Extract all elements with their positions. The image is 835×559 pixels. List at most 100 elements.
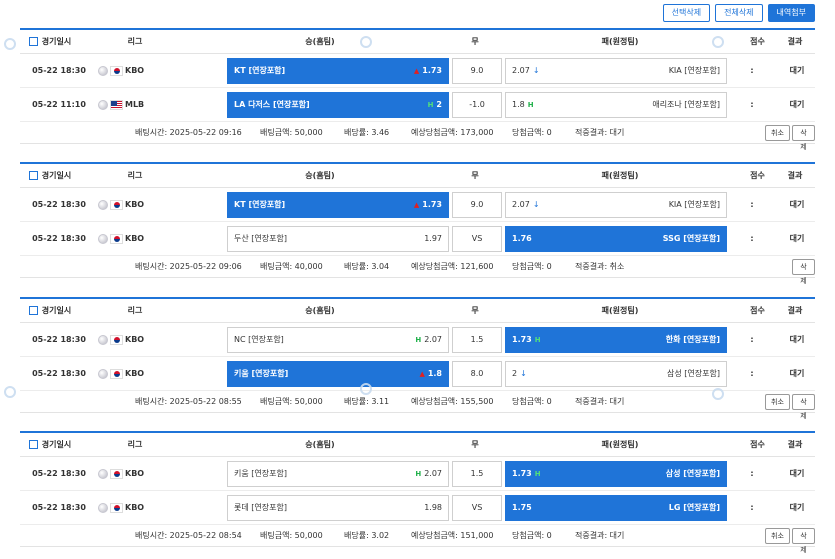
home-odds-value: 1.8 [427,369,442,378]
select-checkbox[interactable] [28,171,38,180]
home-bet-option[interactable]: 키움 [연장포함] ▲ 1.8 [227,360,449,387]
baseball-icon [98,199,108,210]
odds-change-icon: ↓ [520,369,527,378]
select-delete-button[interactable]: 선택삭제 [662,4,711,22]
bet-slip: 경기일시 리그 승(홈팀) 무 패(원정팀) 점수 결과 05-22 18:30… [20,162,815,285]
draw-bet-option[interactable]: 8.0 [452,360,502,387]
away-bet-option[interactable]: 1.73 H 한화 [연장포함] [505,326,727,353]
odds-change-icon: ↓ [532,200,540,209]
header-draw: 무 [471,171,479,180]
bet-rate: 배당률: 3.04 [344,262,390,271]
away-bet-option[interactable]: 2 ↓ 삼성 [연장포함] [505,360,727,387]
bet-rate: 배당률: 3.46 [344,128,390,137]
match-league: KBO [98,65,198,76]
draw-bet-option[interactable]: 1.5 [452,460,502,487]
header-home: 승(홈팀) [305,440,335,449]
header-result: 결과 [787,37,803,46]
cancel-button[interactable]: 취소 [765,394,790,410]
header-date-label: 경기일시 [41,171,72,180]
home-odds: H 2.07 [415,469,442,478]
draw-bet-option[interactable]: 9.0 [452,191,502,218]
away-odds: 2 ↓ [512,369,527,378]
delete-button[interactable]: 삭제 [792,259,815,285]
home-odds-value: 1.73 [422,200,442,209]
header-date: 경기일시 [20,439,80,450]
slip-header: 경기일시 리그 승(홈팀) 무 패(원정팀) 점수 결과 [20,30,815,54]
expected-win: 예상당첨금액: 151,000 [411,531,494,540]
match-score: : [750,369,754,378]
home-odds: 1.97 [424,234,442,243]
home-bet-option[interactable]: 롯데 [연장포함] 1.98 [227,494,449,521]
select-checkbox[interactable] [28,440,38,449]
cancel-button[interactable]: 취소 [765,528,790,544]
bet-info-bar: 배팅시간: 2025-05-22 08:55 배팅금액: 50,000 배당률:… [20,391,815,420]
history-attach-button[interactable]: 내역첨부 [767,4,815,22]
delete-button[interactable]: 삭제 [792,528,815,554]
home-team-name: 두산 [연장포함] [234,234,287,243]
match-score: : [750,469,754,478]
match-league: KBO [98,468,198,479]
bet-amount: 배팅금액: 50,000 [260,531,323,540]
home-bet-option[interactable]: 키움 [연장포함] H 2.07 [227,460,449,487]
match-score: : [750,66,754,75]
home-team-name: 키움 [연장포함] [234,469,287,478]
home-odds: ▲ 1.8 [419,369,442,378]
select-checkbox[interactable] [28,306,38,315]
home-bet-option[interactable]: KT [연장포함] ▲ 1.73 [227,57,449,84]
home-team-name: NC [연장포함] [234,335,284,344]
odds-change-icon: ▲ [419,369,425,378]
header-score: 점수 [750,37,765,46]
away-bet-option[interactable]: 1.76 SSG [연장포함] [505,225,727,252]
away-odds: 1.8 H [512,100,534,109]
header-score: 점수 [750,440,765,449]
league-name: KBO [125,200,145,209]
home-bet-option[interactable]: 두산 [연장포함] 1.97 [227,225,449,252]
odds-change-icon: ▲ [413,200,420,209]
hit-result: 적중결과: 대기 [575,397,625,406]
header-result: 결과 [787,440,803,449]
home-bet-option[interactable]: NC [연장포함] H 2.07 [227,326,449,353]
draw-bet-option[interactable]: 1.5 [452,326,502,353]
match-row: 05-22 11:10 MLB LA 다저스 [연장포함] H2 -1.0 1.… [20,88,815,122]
win-amount: 당첨금액: 0 [512,128,552,137]
home-odds-value: 1.73 [422,66,442,75]
draw-bet-option[interactable]: 9.0 [452,57,502,84]
away-bet-option[interactable]: 1.73 H 삼성 [연장포함] [505,460,727,487]
baseball-icon [98,368,108,379]
expected-win: 예상당첨금액: 173,000 [411,128,494,137]
home-bet-option[interactable]: KT [연장포함] ▲ 1.73 [227,191,449,218]
bet-info-bar: 배팅시간: 2025-05-22 09:16 배팅금액: 50,000 배당률:… [20,122,815,151]
home-odds: ▲ 1.73 [414,66,442,75]
cancel-button[interactable]: 취소 [765,125,790,141]
delete-all-button[interactable]: 전체삭제 [715,4,763,22]
odds-change-icon: ▲ [413,66,420,75]
draw-bet-option[interactable]: VS [452,225,502,252]
baseball-icon [98,334,108,345]
league-name: KBO [125,234,145,243]
delete-button[interactable]: 삭제 [792,125,815,151]
toolbar: 선택삭제 전체삭제 내역첨부 [662,4,815,22]
select-checkbox[interactable] [28,37,38,46]
away-bet-option[interactable]: 1.8 H 애리조나 [연장포함] [505,91,727,118]
away-odds-value: 1.75 [512,503,532,512]
slip-header: 경기일시 리그 승(홈팀) 무 패(원정팀) 점수 결과 [20,433,815,457]
home-team-name: KT [연장포함] [234,200,286,209]
header-away: 패(원정팀) [601,37,639,46]
away-bet-option[interactable]: 2.07 ↓ KIA [연장포함] [505,57,727,84]
away-bet-option[interactable]: 1.75 LG [연장포함] [505,494,727,521]
away-team-name: KIA [연장포함] [668,66,720,75]
korea-flag-icon [110,233,123,244]
match-result: 대기 [789,200,805,209]
draw-bet-option[interactable]: VS [452,494,502,521]
home-bet-option[interactable]: LA 다저스 [연장포함] H2 [227,91,449,118]
draw-bet-option[interactable]: -1.0 [452,91,502,118]
bet-rate: 배당률: 3.02 [344,531,390,540]
korea-flag-icon [110,199,123,210]
away-team-name: 애리조나 [연장포함] [652,100,720,109]
match-date: 05-22 18:30 [32,200,86,209]
win-amount: 당첨금액: 0 [512,262,552,271]
delete-button[interactable]: 삭제 [792,394,815,420]
away-bet-option[interactable]: 2.07 ↓ KIA [연장포함] [505,191,727,218]
header-score: 점수 [750,171,765,180]
header-date-label: 경기일시 [41,306,72,315]
